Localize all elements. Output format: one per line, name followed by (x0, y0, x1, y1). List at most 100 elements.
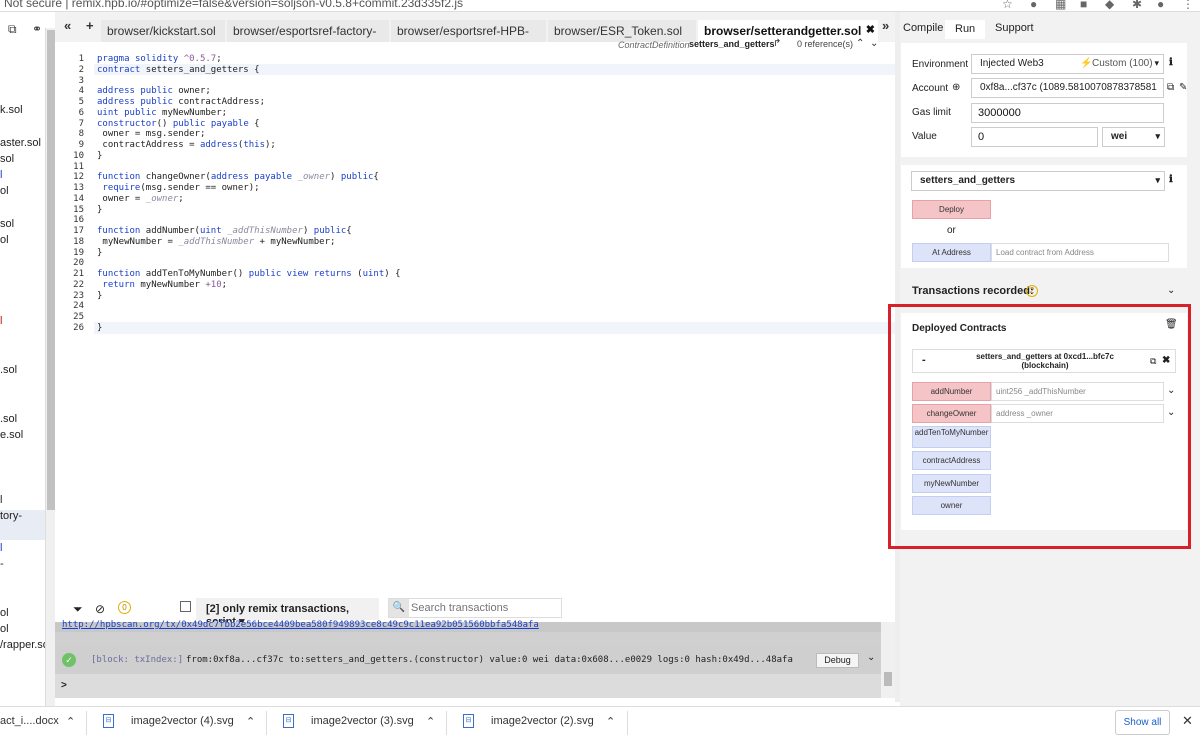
download-item[interactable]: act_i....docx (0, 715, 59, 727)
chevron-up-icon[interactable]: ⌃ (856, 38, 864, 49)
at-address-button[interactable]: At Address (912, 243, 991, 262)
download-item[interactable]: image2vector (2).svg (491, 715, 594, 727)
deploy-button[interactable]: Deploy (912, 200, 991, 219)
explorer-scrollbar[interactable] (45, 28, 55, 706)
browser-address-bar[interactable]: Not secure | remix.hpb.io/#optimize=fals… (0, 0, 1200, 12)
tab-support[interactable]: Support (993, 22, 1036, 34)
file-item[interactable]: ol (0, 234, 9, 246)
copy-icon[interactable]: ⧉ (1167, 82, 1174, 93)
gas-limit-input[interactable]: 3000000 (971, 103, 1164, 123)
tx-link[interactable]: http://hpbscan.org/tx/0x49dc7fbb2e56bce4… (62, 620, 539, 630)
file-item[interactable]: ol (0, 185, 9, 197)
add-account-icon[interactable]: ⊕ (952, 82, 960, 93)
listen-checkbox[interactable] (180, 601, 191, 612)
file-icon: ⊟ (463, 714, 474, 728)
file-item[interactable]: tory- (0, 510, 22, 522)
file-explorer: k.sol aster.sol sol l ol sol ol l .sol .… (0, 42, 45, 706)
search-input[interactable] (411, 600, 559, 616)
goto-icon[interactable]: ↱ (773, 38, 781, 49)
extension-icon[interactable]: ▦ (1055, 0, 1066, 11)
file-item[interactable]: sol (0, 218, 14, 230)
line-number: 6 (78, 107, 84, 118)
file-item[interactable]: l (0, 169, 2, 181)
chevron-up-icon[interactable]: ⌃ (66, 715, 75, 728)
scroll-thumb[interactable] (884, 672, 892, 686)
terminal-filter-dropdown[interactable]: [2] only remix transactions, script ▾ (196, 598, 379, 628)
app-root: Not secure | remix.hpb.io/#optimize=fals… (0, 0, 1200, 738)
file-item[interactable]: l (0, 542, 2, 554)
code-line: } (97, 204, 103, 215)
file-item[interactable]: aster.sol (0, 137, 41, 149)
value-input[interactable]: 0 (971, 127, 1098, 147)
line-number: 3 (78, 75, 84, 86)
contract-select[interactable]: setters_and_getters ▾ (911, 171, 1165, 191)
block-label: [block: txIndex:] (91, 655, 184, 665)
chevron-up-icon[interactable]: ⌃ (426, 715, 435, 728)
info-icon[interactable]: ℹ (1169, 174, 1173, 185)
chevron-up-icon[interactable]: ⌃ (606, 715, 615, 728)
line-number: 22 (73, 279, 84, 290)
deploy-card: setters_and_getters ▾ ℹ Deploy or At Addr… (901, 165, 1187, 268)
scroll-thumb[interactable] (47, 30, 55, 510)
tab-run[interactable]: Run (945, 20, 986, 39)
file-item[interactable]: l (0, 315, 2, 327)
line-number: 5 (78, 97, 84, 107)
extension-icon[interactable]: ■ (1080, 0, 1087, 11)
file-item[interactable]: e.sol (0, 429, 23, 441)
line-number: 20 (73, 258, 84, 269)
download-item[interactable]: image2vector (3).svg (311, 715, 414, 727)
file-item[interactable]: .sol (0, 364, 17, 376)
close-tab-icon[interactable]: ✖ (866, 23, 875, 36)
environment-select[interactable]: Injected Web3 ⚡ Custom (100) ▾ (971, 54, 1164, 74)
divider (266, 711, 267, 735)
search-icon: 🔍 (389, 599, 409, 617)
line-number: 11 (73, 161, 84, 172)
account-select[interactable]: 0xf8a...cf37c (1089.5810070878378581 (971, 78, 1164, 98)
avatar[interactable]: ● (1157, 0, 1164, 11)
extension-icon[interactable]: ● (1030, 0, 1037, 11)
info-icon[interactable]: ℹ (1169, 57, 1173, 68)
search-transactions[interactable]: 🔍 (388, 598, 562, 618)
file-item[interactable]: - (0, 558, 4, 570)
file-item[interactable]: k.sol (0, 104, 23, 116)
line-number: 26 (73, 322, 84, 333)
line-number: 7 (78, 118, 84, 129)
chevron-down-icon[interactable]: ⏷ (73, 602, 83, 617)
tx-log-row[interactable]: ✓ [block: txIndex:] from:0xf8a...cf37c t… (55, 646, 881, 674)
extension-icon[interactable]: ◆ (1105, 0, 1114, 11)
puzzle-icon[interactable]: ✱ (1132, 0, 1142, 11)
menu-icon[interactable]: ⋮ (1182, 0, 1194, 11)
clear-terminal-icon[interactable]: ⊘ (95, 602, 105, 616)
link-icon[interactable]: ⚭ (32, 22, 42, 36)
code-editor[interactable]: 1 2 3 4 5 6 7 8 9 10 11 12 13 14 15 16 17 18 19 20 21 22 23 24 2… (55, 52, 895, 595)
download-item[interactable]: image2vector (4).svg (131, 715, 234, 727)
value-unit-select[interactable]: wei ▾ (1102, 127, 1165, 147)
file-item[interactable]: ol (0, 607, 9, 619)
file-item[interactable]: sol (0, 153, 14, 165)
file-icon: ⊟ (283, 714, 294, 728)
copy-files-icon[interactable]: ⧉ (8, 22, 17, 37)
tab-compile[interactable]: Compile (901, 22, 945, 34)
close-icon[interactable]: ✕ (1182, 713, 1193, 729)
chevron-down-icon[interactable]: ⌄ (870, 38, 878, 49)
terminal-scrollbar[interactable] (881, 622, 895, 698)
star-icon[interactable]: ☆ (1002, 0, 1013, 11)
new-file-icon[interactable]: + (86, 18, 94, 33)
divider (627, 711, 628, 735)
at-address-input[interactable]: Load contract from Address (991, 243, 1169, 262)
debug-button[interactable]: Debug (816, 653, 859, 668)
chevron-down-icon[interactable]: ⌄ (867, 652, 875, 663)
terminal-prompt[interactable]: > (55, 674, 881, 698)
collapse-left-icon[interactable]: « (64, 18, 71, 33)
file-item[interactable]: .sol (0, 413, 17, 425)
collapse-right-icon[interactable]: » (882, 18, 889, 33)
show-all-button[interactable]: Show all (1115, 710, 1170, 735)
file-item[interactable]: ol (0, 623, 9, 635)
edit-icon[interactable]: ✎ (1179, 82, 1187, 93)
transactions-recorded[interactable]: Transactions recorded: 2 ⌄ (912, 285, 1182, 301)
file-item[interactable]: l (0, 494, 2, 506)
code-line: function addNumber(uint _addThisNumber) … (97, 226, 352, 236)
file-item[interactable]: /rapper.sol (0, 639, 45, 651)
chevron-up-icon[interactable]: ⌃ (246, 715, 255, 728)
tx-recorded-label: Transactions recorded: (912, 285, 1034, 297)
